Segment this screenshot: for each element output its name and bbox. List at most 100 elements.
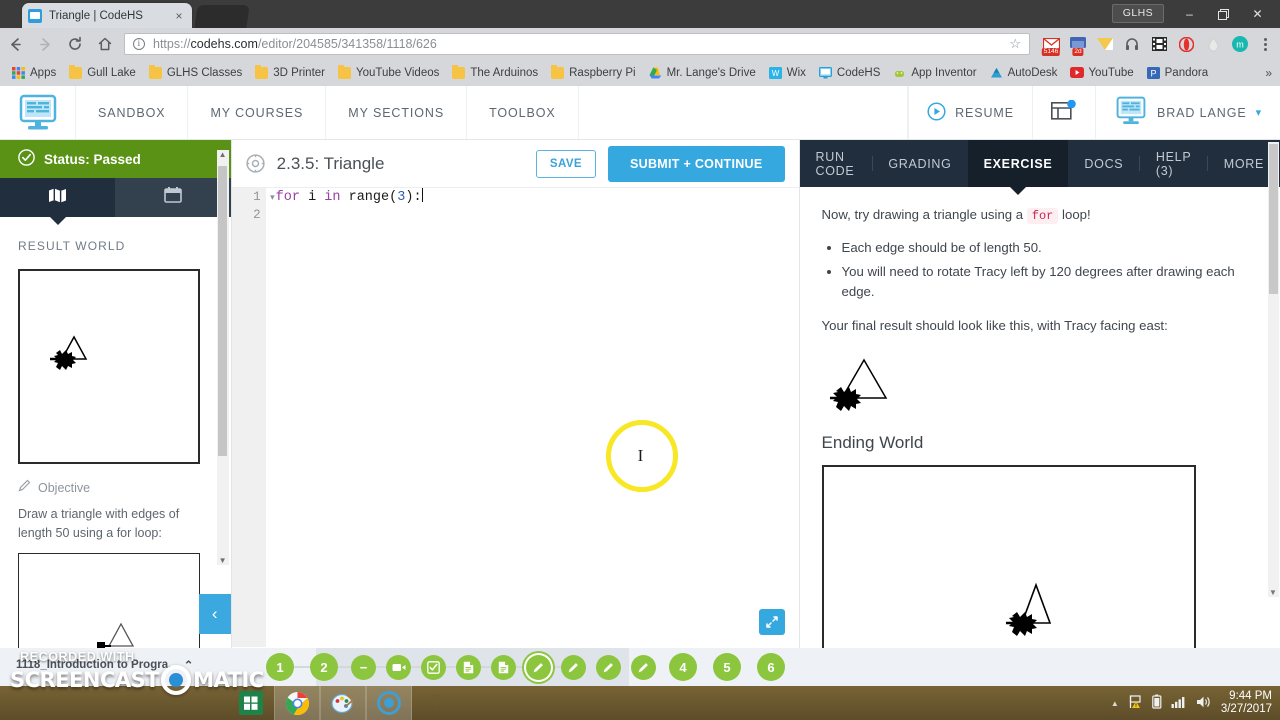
code-area[interactable]: 1 ▾ 2 for i in range(3): I: [231, 188, 799, 647]
bookmark-label: Mr. Lange's Drive: [666, 67, 756, 79]
collapse-sidebar-button[interactable]: ‹: [198, 594, 231, 634]
water-drop-extension-icon[interactable]: [1200, 31, 1226, 57]
progress-step-video[interactable]: [386, 654, 411, 680]
gear-icon[interactable]: [246, 154, 265, 173]
bookmark-raspberry-pi[interactable]: Raspberry Pi: [545, 65, 641, 81]
tab-docs[interactable]: DOCS: [1068, 140, 1139, 187]
battery-icon[interactable]: [1152, 694, 1162, 712]
bookmark-youtube-videos[interactable]: YouTube Videos: [332, 65, 445, 81]
sidebar-tab-calendar[interactable]: [115, 178, 231, 217]
user-menu[interactable]: BRAD LANGE ▾: [1094, 86, 1280, 139]
tab-exercise[interactable]: EXERCISE: [967, 140, 1069, 187]
progress-step-current-exercise[interactable]: [526, 654, 551, 680]
new-tab-button[interactable]: [194, 5, 250, 28]
tab-run-code[interactable]: RUN CODE: [800, 140, 872, 187]
progress-step-5[interactable]: 5: [713, 653, 741, 681]
volume-icon[interactable]: [1196, 695, 1212, 712]
bookmark-glhs-classes[interactable]: GLHS Classes: [143, 65, 248, 81]
sidebar-tab-map[interactable]: [0, 178, 116, 217]
progress-step-exercise[interactable]: [596, 654, 621, 680]
opera-extension-icon[interactable]: [1173, 31, 1199, 57]
facebook-extension-icon[interactable]: 2d: [1065, 31, 1091, 57]
tab-help[interactable]: HELP (3): [1140, 140, 1207, 187]
mega-extension-icon[interactable]: m: [1227, 31, 1253, 57]
taskbar-clock[interactable]: 9:44 PM 3/27/2017: [1221, 690, 1272, 716]
minimize-icon[interactable]: –: [1173, 3, 1206, 25]
status-label: Status: Passed: [44, 151, 141, 167]
taskbar-paint-icon[interactable]: [320, 686, 366, 720]
progress-step-4[interactable]: 4: [669, 653, 697, 681]
progress-step-6[interactable]: 6: [757, 653, 785, 681]
headphones-extension-icon[interactable]: [1119, 31, 1145, 57]
bookmark-youtube[interactable]: YouTube: [1064, 65, 1139, 81]
expand-editor-button[interactable]: [758, 609, 785, 635]
show-hidden-icons[interactable]: ▲: [1111, 699, 1119, 708]
sidebar-scrollbar[interactable]: ▲ ▼: [216, 150, 229, 565]
progress-step-quiz[interactable]: [421, 654, 446, 680]
nav-item-my-sections[interactable]: MY SECTIONS: [326, 86, 468, 139]
fold-arrow-icon[interactable]: ▾: [270, 188, 275, 206]
progress-step-exercise[interactable]: [631, 654, 656, 680]
codehs-logo-icon[interactable]: [0, 86, 76, 139]
chrome-menu-icon[interactable]: [1254, 31, 1276, 57]
progress-step-document[interactable]: [456, 654, 481, 680]
mail-extension-icon[interactable]: [1092, 31, 1118, 57]
bookmark-apps[interactable]: Apps: [6, 65, 62, 81]
nav-item-my-courses[interactable]: MY COURSES: [188, 86, 327, 139]
taskbar-unknown-app-icon[interactable]: [412, 686, 458, 720]
progress-step-1[interactable]: 1: [266, 653, 294, 681]
bookmark-autodesk[interactable]: AutoDesk: [984, 65, 1064, 81]
bookmarks-overflow-icon[interactable]: »: [1265, 66, 1280, 80]
bookmark-wix[interactable]: W Wix: [763, 65, 812, 81]
bookmark-pandora[interactable]: P Pandora: [1141, 65, 1214, 81]
bookmark-app-inventor[interactable]: App Inventor: [887, 65, 982, 81]
maximize-icon[interactable]: [1207, 3, 1240, 25]
google-drive-icon: [649, 67, 662, 79]
home-icon[interactable]: [90, 29, 120, 59]
screencast-watermark: RECORDED WITH SCREENCAST MATIC: [10, 650, 264, 712]
forward-icon[interactable]: [30, 29, 60, 59]
bookmark-label: 3D Printer: [273, 67, 326, 79]
folder-icon: [338, 65, 352, 79]
code-line-1[interactable]: for i in range(3):: [276, 188, 423, 207]
gmail-extension-icon[interactable]: 5146: [1038, 31, 1064, 57]
resume-button[interactable]: RESUME: [908, 86, 1032, 139]
right-panel-scrollbar[interactable]: ▲ ▼: [1268, 142, 1279, 597]
address-bar[interactable]: https://codehs.com/editor/204585/341358/…: [124, 33, 1030, 55]
progress-step-document[interactable]: [491, 654, 516, 680]
scrollbar-thumb[interactable]: [1269, 144, 1278, 294]
nav-item-toolbox[interactable]: TOOLBOX: [467, 86, 579, 139]
close-icon[interactable]: ✕: [1241, 3, 1274, 25]
flag-warning-icon[interactable]: [1128, 694, 1143, 712]
bookmark-mr-langes-drive[interactable]: Mr. Lange's Drive: [643, 65, 762, 81]
browser-tab[interactable]: Triangle | CodeHS ×: [22, 3, 192, 28]
progress-step-exercise[interactable]: [561, 654, 586, 680]
scrollbar-thumb[interactable]: [217, 166, 227, 456]
bookmark-codehs[interactable]: CodeHS: [813, 65, 886, 81]
nav-item-sandbox[interactable]: SANDBOX: [76, 86, 189, 139]
progress-step-collapse[interactable]: −: [351, 654, 376, 680]
bookmark-gull-lake[interactable]: Gull Lake: [63, 65, 142, 81]
submit-continue-button[interactable]: SUBMIT + CONTINUE: [607, 145, 785, 182]
bookmark-3d-printer[interactable]: 3D Printer: [249, 65, 331, 81]
progress-step-2[interactable]: 2: [310, 653, 338, 681]
film-extension-icon[interactable]: [1146, 31, 1172, 57]
taskbar-chrome-icon[interactable]: [274, 686, 320, 720]
bookmark-label: Pandora: [1164, 67, 1209, 79]
profile-button[interactable]: GLHS: [1111, 4, 1164, 23]
save-button[interactable]: SAVE: [535, 149, 596, 178]
reload-icon[interactable]: [60, 29, 90, 59]
wifi-icon[interactable]: [1171, 695, 1187, 712]
bookmark-star-icon[interactable]: ☆: [1009, 36, 1021, 52]
close-icon[interactable]: ×: [172, 9, 186, 23]
window-controls: – ✕: [1173, 3, 1274, 25]
youtube-icon: [1070, 67, 1085, 79]
taskbar-screencast-o-matic-icon[interactable]: [366, 686, 412, 720]
tab-grading[interactable]: GRADING: [872, 140, 967, 187]
bookmark-the-arduinos[interactable]: The Arduinos: [446, 65, 544, 81]
bookmark-label: CodeHS: [836, 67, 881, 79]
user-name: BRAD LANGE: [1156, 105, 1247, 120]
back-icon[interactable]: [0, 29, 30, 59]
chevron-down-icon[interactable]: ▾: [1256, 106, 1262, 119]
notifications-button[interactable]: [1031, 86, 1095, 139]
